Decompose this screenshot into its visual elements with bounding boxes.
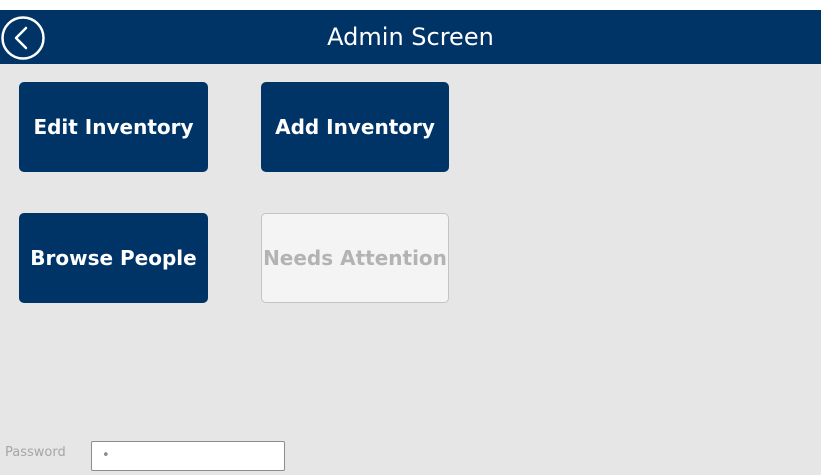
password-field[interactable]: • [91, 441, 285, 471]
admin-screen: Admin Screen Edit Inventory Add Inventor… [0, 0, 821, 475]
password-label: Password [5, 445, 66, 460]
page-title: Admin Screen [327, 23, 494, 51]
browse-people-button[interactable]: Browse People [19, 213, 208, 303]
back-button[interactable] [1, 16, 45, 60]
needs-attention-button: Needs Attention [261, 213, 449, 303]
add-inventory-button[interactable]: Add Inventory [261, 82, 449, 172]
app-canvas: Admin Screen Edit Inventory Add Inventor… [0, 10, 821, 475]
chevron-left-circle-icon [1, 16, 45, 60]
edit-inventory-button[interactable]: Edit Inventory [19, 82, 208, 172]
header-bar: Admin Screen [0, 10, 821, 64]
